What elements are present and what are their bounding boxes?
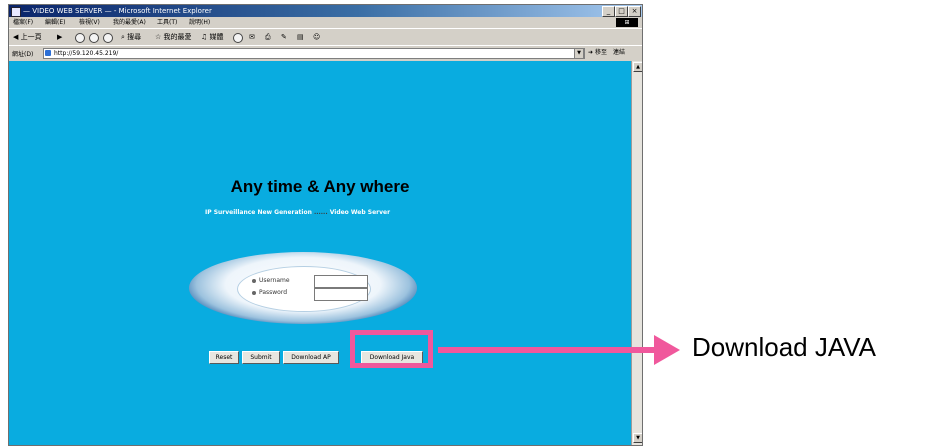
menu-favorites[interactable]: 我的最愛(A): [113, 17, 146, 28]
menu-file[interactable]: 檔案(F): [13, 17, 33, 28]
callout-line: [438, 347, 656, 353]
edit-icon[interactable]: ✎: [281, 32, 287, 42]
favorites-icon: ☆: [155, 33, 162, 41]
go-arrow-icon: ➜: [588, 49, 594, 56]
menu-view[interactable]: 檢視(V): [79, 17, 100, 28]
download-java-highlight: [350, 330, 433, 368]
toolbar: ◀ 上一頁 ▶ ⌕ 搜尋 ☆ 我的最愛 ♫ 媒體 ✉ ⎙ ✎ ▤ ☺: [9, 28, 642, 45]
address-url: http://59.120.45.219/: [54, 50, 119, 57]
refresh-icon[interactable]: [89, 33, 99, 43]
tagline: IP Surveillance New Generation ...... Vi…: [205, 209, 390, 216]
password-bullet-icon: [252, 290, 256, 295]
go-label: 移至: [594, 49, 607, 56]
go-button[interactable]: ➜ 移至: [588, 48, 607, 58]
discuss-icon[interactable]: ▤: [297, 32, 304, 42]
vertical-scrollbar[interactable]: ▲ ▼: [631, 61, 642, 445]
page-headline: Any time & Any where: [230, 177, 410, 196]
browser-window: — VIDEO WEB SERVER — - Microsoft Interne…: [8, 4, 643, 446]
back-label: 上一頁: [20, 33, 42, 41]
login-panel: Username Password: [237, 266, 371, 312]
download-ap-button[interactable]: Download AP: [283, 351, 339, 364]
callout-label: Download JAVA: [692, 332, 877, 362]
reset-button[interactable]: Reset: [209, 351, 239, 364]
tagline-left: IP Surveillance New Generation: [205, 209, 312, 216]
windows-logo: ⊞: [616, 18, 638, 27]
search-icon: ⌕: [121, 33, 125, 41]
close-button[interactable]: ×: [628, 6, 641, 17]
address-label: 網址(D): [12, 51, 34, 58]
history-icon[interactable]: [233, 33, 243, 43]
links-button[interactable]: 連結: [613, 48, 625, 58]
media-button[interactable]: ♫ 媒體: [201, 32, 224, 42]
scroll-up-icon[interactable]: ▲: [633, 62, 642, 72]
menu-help[interactable]: 說明(H): [189, 17, 210, 28]
tagline-right: Video Web Server: [329, 209, 391, 216]
menu-bar: 檔案(F) 編輯(E) 檢視(V) 我的最愛(A) 工具(T) 說明(H) ⊞: [9, 17, 642, 28]
menu-edit[interactable]: 編輯(E): [45, 17, 65, 28]
password-label: Password: [259, 289, 288, 296]
media-icon: ♫: [201, 33, 208, 41]
page-icon: [45, 50, 51, 56]
maximize-button[interactable]: □: [615, 6, 628, 17]
tagline-separator: ......: [313, 209, 328, 216]
minimize-button[interactable]: _: [602, 6, 615, 17]
callout-arrow-icon: [654, 335, 680, 365]
stop-icon[interactable]: [75, 33, 85, 43]
back-button[interactable]: ◀ 上一頁: [13, 32, 42, 42]
mail-icon[interactable]: ✉: [249, 32, 255, 42]
search-button[interactable]: ⌕ 搜尋: [121, 32, 141, 42]
forward-arrow-icon: ▶: [57, 33, 63, 41]
address-input[interactable]: http://59.120.45.219/: [43, 48, 585, 59]
login-ring-graphic: Username Password: [189, 252, 417, 324]
password-row: Password: [252, 289, 287, 296]
favorites-label: 我的最愛: [163, 33, 192, 41]
title-bar: — VIDEO WEB SERVER — - Microsoft Interne…: [9, 5, 642, 17]
page-content: Any time & Any where IP Surveillance New…: [9, 61, 631, 445]
ie-app-icon: [11, 7, 21, 17]
username-row: Username: [252, 277, 290, 284]
forward-button[interactable]: ▶: [57, 32, 62, 42]
messenger-icon[interactable]: ☺: [313, 32, 320, 42]
home-icon[interactable]: [103, 33, 113, 43]
search-label: 搜尋: [127, 33, 142, 41]
submit-button[interactable]: Submit: [242, 351, 280, 364]
scroll-down-icon[interactable]: ▼: [633, 433, 642, 443]
username-bullet-icon: [252, 278, 256, 283]
print-icon[interactable]: ⎙: [265, 32, 271, 42]
favorites-button[interactable]: ☆ 我的最愛: [155, 32, 192, 42]
address-bar: 網址(D) http://59.120.45.219/ ▼ ➜ 移至 連結: [9, 45, 642, 60]
username-input[interactable]: [314, 275, 368, 288]
media-label: 媒體: [209, 33, 224, 41]
back-arrow-icon: ◀: [13, 33, 19, 41]
menu-tools[interactable]: 工具(T): [157, 17, 177, 28]
address-dropdown-button[interactable]: ▼: [574, 48, 584, 59]
username-label: Username: [259, 277, 290, 284]
password-input[interactable]: [314, 288, 368, 301]
window-title: — VIDEO WEB SERVER — - Microsoft Interne…: [23, 7, 212, 15]
